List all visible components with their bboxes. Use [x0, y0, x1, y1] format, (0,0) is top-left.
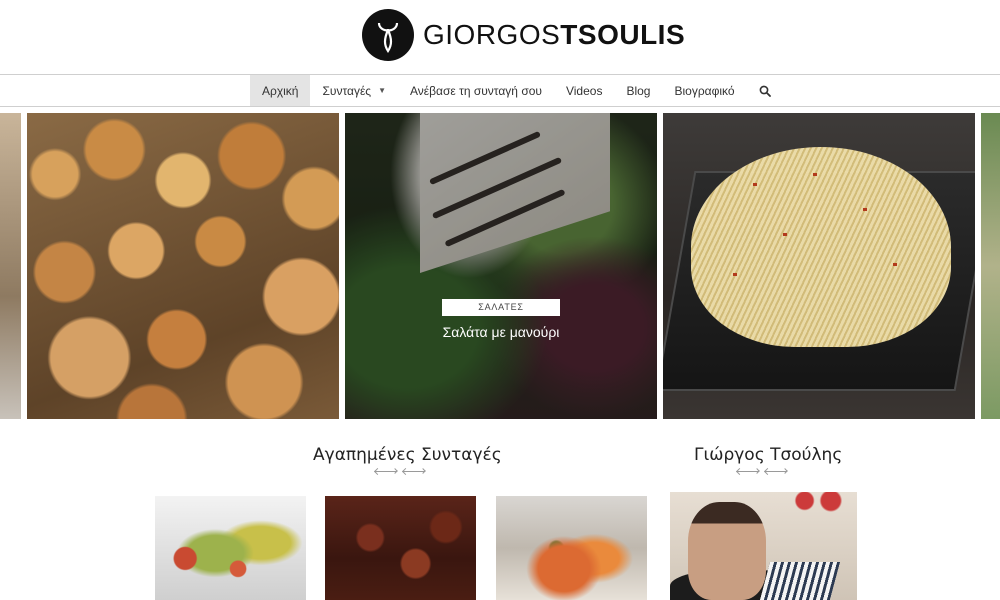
chevron-down-icon: ▼ [378, 86, 387, 95]
recipe-thumbnail-octopus[interactable] [325, 496, 476, 600]
arrow-divider-icon [765, 468, 788, 476]
section-divider [375, 468, 426, 476]
slide-caption: ΣΑΛΑΤΕΣ Σαλάτα με μανούρι [345, 297, 657, 340]
nav-item-label: Blog [626, 83, 651, 98]
arrow-divider-icon [375, 468, 398, 476]
chef-portrait[interactable] [670, 492, 857, 600]
nav-item-videos[interactable]: Videos [554, 75, 614, 106]
slide-title[interactable]: Σαλάτα με μανούρι [345, 324, 657, 340]
logo-name-last: TSOULIS [560, 19, 686, 50]
arrow-divider-icon [403, 468, 426, 476]
nav-item-recipes[interactable]: Συνταγές ▼ [310, 75, 398, 106]
search-button[interactable] [747, 75, 783, 106]
chili-flake [863, 208, 867, 211]
chili-flake [783, 233, 787, 236]
nav-item-label: Videos [565, 83, 603, 98]
slide-overlay [345, 113, 657, 419]
logo-wordmark: GIORGOSTSOULIS [423, 19, 685, 51]
chili-flake [753, 183, 757, 186]
slide-manouri-salad[interactable] [345, 113, 657, 419]
nav-item-biography[interactable]: Βιογραφικό [662, 75, 746, 106]
site-header: GIORGOSTSOULIS [0, 0, 1000, 74]
nav-item-label: Βιογραφικό [674, 83, 735, 98]
portrait-apron [759, 562, 841, 600]
recipe-slider [0, 113, 1000, 419]
slide-partial-right[interactable] [981, 113, 1000, 419]
chili-flake [893, 263, 897, 266]
logo-emblem-icon [362, 9, 414, 61]
about-section-title: Γιώργος Τσούλης [694, 445, 843, 465]
nav-item-label: Αρχική [262, 83, 299, 98]
slide-partial-left[interactable] [0, 113, 21, 419]
search-icon [759, 85, 771, 97]
chili-flake [733, 273, 737, 276]
logo-name-first: GIORGOS [423, 19, 561, 50]
slide-fried-balls[interactable] [27, 113, 339, 419]
recipe-thumbnail-pasta-sauce[interactable] [496, 496, 647, 600]
nav-item-label: Συνταγές [322, 83, 372, 98]
nav-item-home[interactable]: Αρχική [250, 75, 311, 106]
nav-item-blog[interactable]: Blog [614, 75, 662, 106]
site-logo[interactable]: GIORGOSTSOULIS [362, 8, 685, 62]
main-nav: Αρχική Συνταγές ▼ Ανέβασε τη συνταγή σου… [0, 74, 1000, 107]
arrow-divider-icon [737, 468, 760, 476]
nav-item-label: Ανέβασε τη συνταγή σου [410, 83, 542, 98]
nav-item-upload-recipe[interactable]: Ανέβασε τη συνταγή σου [398, 75, 554, 106]
slide-spaghetti[interactable] [663, 113, 975, 419]
slide-image-pasta [691, 147, 951, 347]
portrait-head [688, 502, 766, 600]
section-divider [737, 468, 788, 476]
slide-category-badge[interactable]: ΣΑΛΑΤΕΣ [442, 299, 560, 316]
favorites-section-title: Αγαπημένες Συνταγές [313, 445, 502, 465]
recipe-thumbnail-pasta-salad[interactable] [155, 496, 306, 600]
chili-flake [813, 173, 817, 176]
